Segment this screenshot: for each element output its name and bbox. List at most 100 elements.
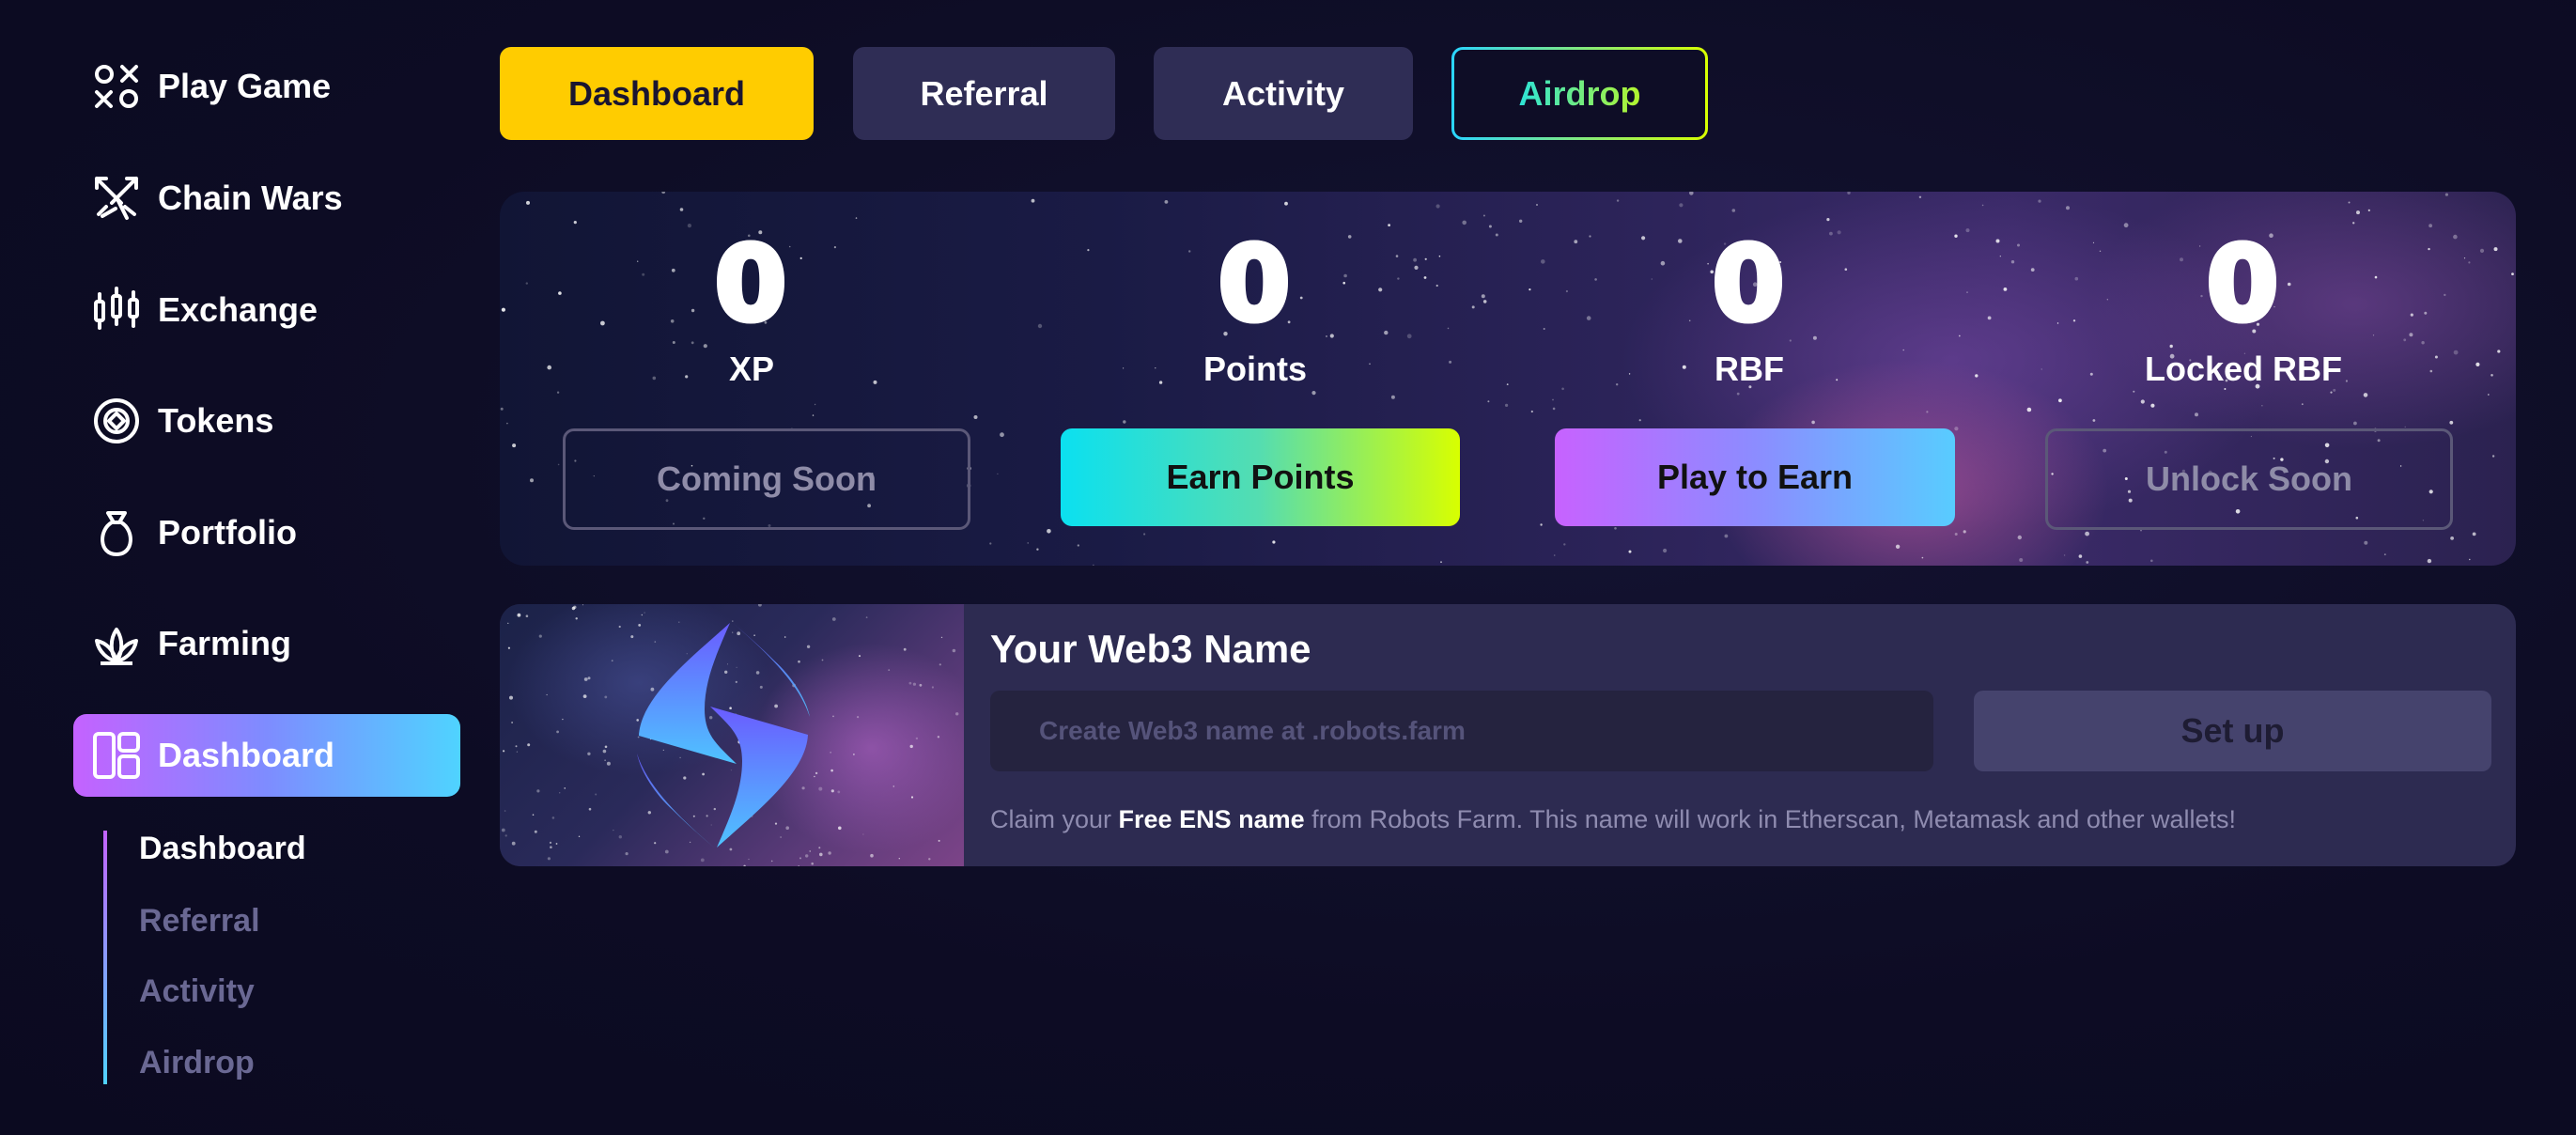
star <box>710 824 712 826</box>
star <box>755 671 760 675</box>
star <box>713 807 716 811</box>
star <box>511 722 513 723</box>
submenu-item-activity[interactable]: Activity <box>139 973 255 1010</box>
tab-label: Referral <box>920 73 1048 113</box>
web3-name-title: Your Web3 Name <box>990 627 1311 671</box>
star <box>501 828 505 832</box>
stat-label: Points <box>1203 350 1307 388</box>
token-coin-icon <box>90 395 143 447</box>
star <box>903 647 907 651</box>
star <box>748 858 750 861</box>
star <box>915 737 919 740</box>
star <box>780 836 782 838</box>
star <box>732 620 734 622</box>
star <box>811 862 814 865</box>
star <box>870 853 874 858</box>
star <box>517 613 521 617</box>
submenu-item-airdrop[interactable]: Airdrop <box>139 1045 255 1081</box>
star <box>892 785 895 787</box>
note-text: from Robots Farm. This name will work in… <box>1304 805 2236 833</box>
earn-points-button[interactable]: Earn Points <box>1061 428 1460 526</box>
star <box>504 834 507 837</box>
star <box>952 648 956 653</box>
star <box>862 833 864 835</box>
star <box>604 745 608 749</box>
star <box>602 749 607 754</box>
star <box>758 604 762 607</box>
tab-label: Airdrop <box>1518 73 1641 113</box>
star <box>583 677 588 681</box>
star <box>700 858 705 863</box>
star <box>604 695 608 699</box>
star <box>709 716 713 720</box>
star <box>587 752 591 755</box>
tab-referral[interactable]: Referral <box>853 47 1115 140</box>
star <box>831 617 836 621</box>
star <box>515 745 518 748</box>
submenu-item-dashboard[interactable]: Dashboard <box>139 831 306 867</box>
star <box>606 761 611 766</box>
tab-airdrop[interactable]: Airdrop <box>1451 47 1708 140</box>
star <box>636 719 639 722</box>
star <box>830 769 833 772</box>
set-up-button[interactable]: Set up <box>1974 691 2491 771</box>
submenu-item-referral[interactable]: Referral <box>139 903 260 940</box>
star <box>759 685 763 689</box>
star <box>732 631 734 633</box>
star <box>692 815 695 817</box>
star <box>654 641 657 643</box>
star <box>654 842 657 845</box>
tab-dashboard[interactable]: Dashboard <box>500 47 814 140</box>
sidebar-item-portfolio[interactable]: Portfolio <box>73 491 460 574</box>
star <box>805 854 809 858</box>
dashboard-layout-icon <box>90 729 143 782</box>
star <box>2497 350 2501 353</box>
star <box>955 712 959 716</box>
star <box>678 621 680 623</box>
web3-note: Claim your Free ENS name from Robots Far… <box>990 805 2236 834</box>
ens-banner-image <box>500 604 964 866</box>
web3-name-input[interactable] <box>990 691 1933 771</box>
unlock-soon-button[interactable]: Unlock Soon <box>2045 428 2453 530</box>
stats-panel: 0 XP 0 Points 0 RBF 0 Locked RBF Coming … <box>500 192 2516 566</box>
play-to-earn-button[interactable]: Play to Earn <box>1555 428 1955 526</box>
star <box>604 759 606 761</box>
sidebar-item-chain-wars[interactable]: Chain Wars <box>73 157 460 240</box>
star <box>832 715 834 718</box>
star <box>774 704 778 708</box>
sidebar-item-label: Farming <box>158 624 292 662</box>
star <box>818 786 823 791</box>
star <box>865 616 868 618</box>
star <box>821 659 824 661</box>
star <box>562 718 564 721</box>
star <box>806 645 811 648</box>
plant-icon <box>90 617 143 670</box>
star <box>509 695 513 700</box>
star <box>801 786 805 790</box>
star <box>785 826 789 830</box>
coming-soon-button[interactable]: Coming Soon <box>563 428 970 530</box>
star <box>525 614 529 617</box>
candlestick-icon <box>90 284 143 336</box>
stat-value: 0 <box>2204 221 2282 347</box>
star <box>556 730 559 734</box>
star <box>819 852 823 857</box>
sidebar-item-tokens[interactable]: Tokens <box>73 380 460 462</box>
sidebar-item-farming[interactable]: Farming <box>73 602 460 685</box>
star <box>503 750 505 753</box>
sidebar-item-play-game[interactable]: Play Game <box>73 45 460 128</box>
star <box>774 822 778 825</box>
star <box>706 815 708 817</box>
star <box>679 756 681 759</box>
sidebar-item-exchange[interactable]: Exchange <box>73 269 460 351</box>
tab-activity[interactable]: Activity <box>1154 47 1413 140</box>
sidebar-item-dashboard[interactable]: Dashboard <box>73 714 460 797</box>
star <box>578 835 581 837</box>
star <box>912 682 916 686</box>
star <box>511 841 516 846</box>
star <box>641 614 643 616</box>
star <box>683 776 687 780</box>
star <box>938 839 940 842</box>
star <box>815 771 818 775</box>
star <box>527 743 531 747</box>
